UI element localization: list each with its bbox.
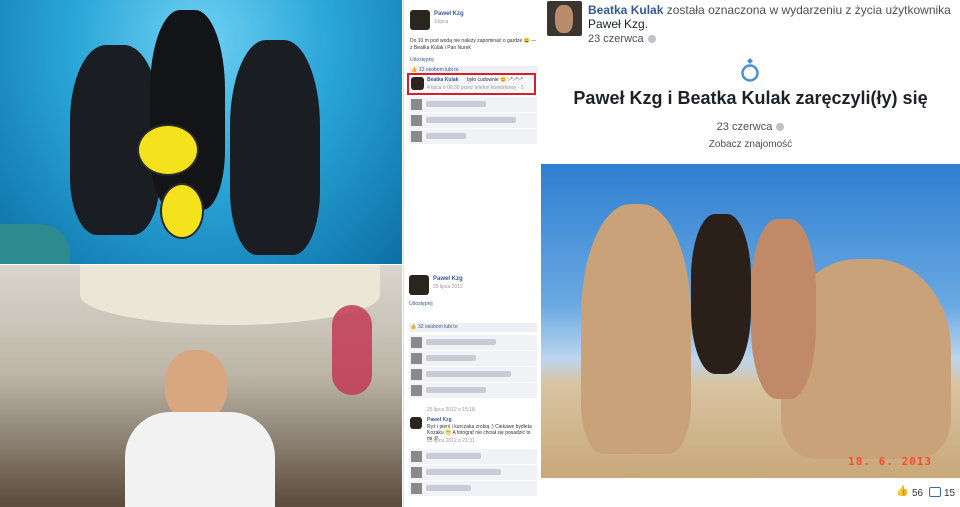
post-caption: Do 10 m pod wodą nie należy zapominać o … — [410, 38, 537, 51]
post-date[interactable]: 3 lipca — [434, 19, 448, 25]
comment-author[interactable]: Beatka Kulak — [427, 77, 458, 83]
comment-avatar[interactable] — [411, 77, 424, 90]
blurred-comment — [409, 449, 537, 464]
blurred-comment — [409, 465, 537, 480]
like-icon[interactable]: 👍 — [896, 486, 909, 497]
man-portrait — [125, 350, 275, 507]
man-shirt — [125, 412, 275, 507]
camels-photo[interactable]: 18. 6. 2013 — [541, 164, 960, 478]
event-date: 23 czerwca — [541, 121, 960, 133]
like-count[interactable]: 56 — [912, 488, 923, 499]
globe-icon — [647, 35, 656, 44]
avatar[interactable] — [547, 1, 582, 36]
comment-avatar[interactable] — [410, 417, 422, 429]
share-link[interactable]: Udostępnij — [410, 57, 434, 63]
camel-left — [581, 204, 691, 454]
post-date[interactable]: 25 lipca 2012 — [433, 284, 463, 290]
diving-photo[interactable] — [0, 0, 402, 264]
cafe-photo[interactable] — [0, 265, 402, 507]
rider-woman — [691, 214, 751, 374]
rider-man — [751, 219, 816, 399]
event-post-header: Beatka Kulak została oznaczona w wydarze… — [541, 0, 960, 164]
avatar[interactable] — [410, 10, 430, 30]
author-link[interactable]: Beatka Kulak — [588, 3, 663, 17]
avatar[interactable] — [409, 275, 429, 295]
post-author[interactable]: Paweł Kzg — [434, 11, 464, 17]
event-title: Paweł Kzg i Beatka Kulak zaręczyli(ły) s… — [573, 88, 928, 108]
blurred-comment — [409, 129, 537, 144]
comment-author[interactable]: Paweł Kzg — [427, 417, 452, 423]
blurred-comment — [409, 383, 537, 398]
event-post-footer: 👍 56 15 — [541, 478, 960, 507]
comment-date: 25 lipca 2012 o 15:18 — [427, 407, 475, 413]
coral-reef — [0, 224, 70, 264]
comment-date: 25 lipca 2012 o 21:31 — [427, 438, 475, 444]
blurred-comment — [409, 113, 537, 128]
comment-count[interactable]: 15 — [944, 488, 955, 499]
see-friendship-link[interactable]: Zobacz znajomość — [541, 139, 960, 150]
diver-middle — [150, 10, 225, 210]
ring-icon — [741, 58, 759, 82]
post-author[interactable]: Paweł Kzg — [433, 276, 463, 282]
target-link[interactable]: Paweł Kzg. — [588, 17, 648, 31]
post-date[interactable]: 23 czerwca — [588, 33, 656, 45]
event-date-text: 23 czerwca — [716, 121, 773, 133]
likes-bar[interactable]: 32 osobom lubi to — [409, 323, 537, 332]
share-link[interactable]: Udostępnij — [409, 301, 433, 307]
blurred-comment — [409, 367, 537, 382]
blurred-comment — [409, 97, 537, 112]
blurred-comment — [409, 351, 537, 366]
blurred-comment — [409, 335, 537, 350]
diver-right — [230, 40, 320, 255]
post-date-text[interactable]: 23 czerwca — [588, 33, 644, 45]
yellow-fish-2 — [160, 183, 204, 239]
headline-text: została oznaczona w wydarzeniu z życia u… — [663, 3, 951, 17]
yellow-fish-1 — [137, 124, 199, 176]
photo-date-stamp: 18. 6. 2013 — [848, 455, 932, 468]
blurred-comment — [409, 481, 537, 496]
comment-meta: 4 lipca o 00:30 przez telefon komórkowy … — [427, 85, 524, 91]
globe-icon — [776, 123, 785, 132]
comment-icon[interactable] — [929, 487, 941, 497]
post-headline: Beatka Kulak została oznaczona w wydarze… — [588, 3, 956, 31]
fb-post-cafe: Paweł Kzg 25 lipca 2012 Udostępnij 32 os… — [403, 265, 540, 507]
highlighted-comment: Beatka Kulak było cudownie 😊 :-*:-*:-* 4… — [407, 73, 536, 95]
comment-text: było cudownie 😊 :-*:-*:-* — [467, 77, 523, 83]
flowers — [332, 305, 372, 395]
